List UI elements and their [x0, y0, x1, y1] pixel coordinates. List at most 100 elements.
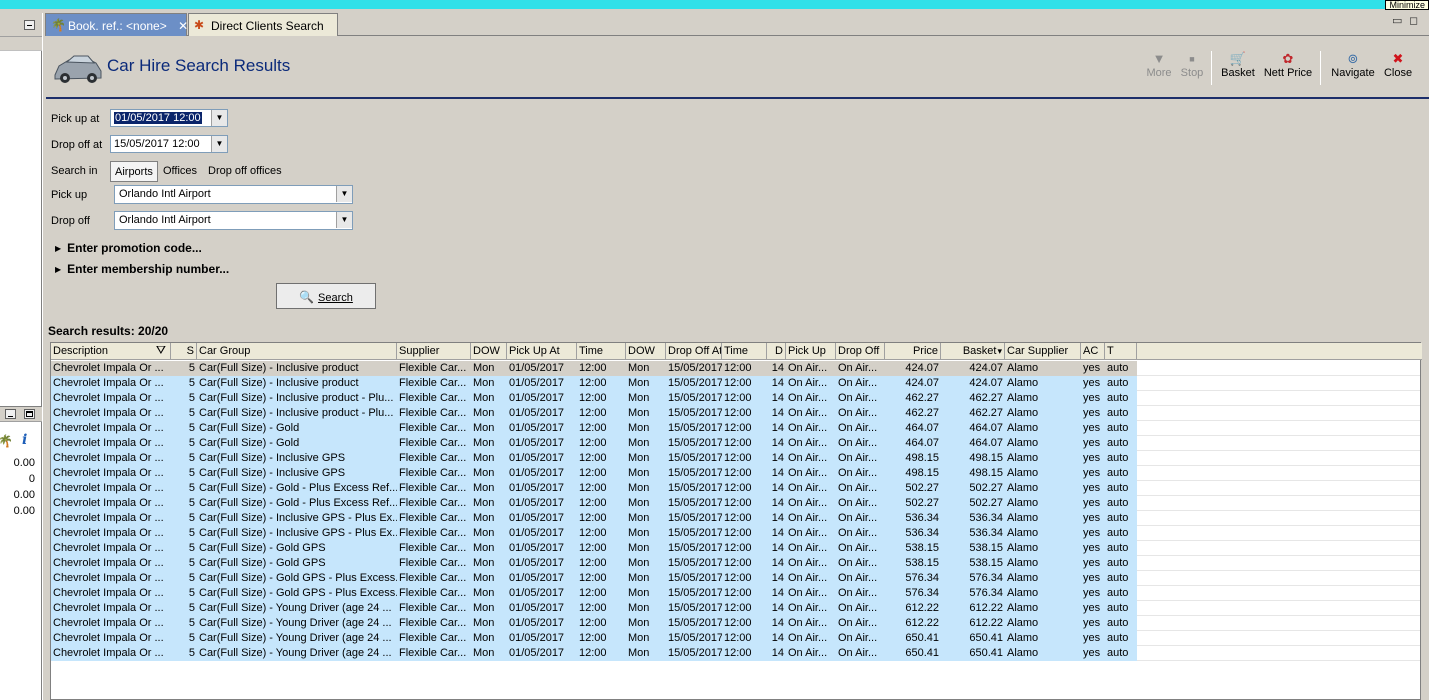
column-header-description[interactable]: Description ⛛ — [51, 343, 171, 360]
table-row[interactable]: Chevrolet Impala Or ... 5 Car(Full Size) -… — [51, 511, 1420, 526]
table-row[interactable]: Chevrolet Impala Or ... 5 Car(Full Size) -… — [51, 436, 1420, 451]
basket-button[interactable]: 🛒 Basket — [1218, 51, 1258, 79]
table-row[interactable]: Chevrolet Impala Or ... 5 Car(Full Size) -… — [51, 526, 1420, 541]
navigate-button[interactable]: ⊚ Navigate — [1328, 51, 1378, 79]
table-row[interactable]: Chevrolet Impala Or ... 5 Car(Full Size) -… — [51, 496, 1420, 511]
cell-basket: 498.15 — [969, 452, 1003, 464]
table-row[interactable]: Chevrolet Impala Or ... 5 Car(Full Size) -… — [51, 616, 1420, 631]
search-button[interactable]: 🔍 Search — [276, 283, 376, 309]
column-header-supplier[interactable]: Supplier — [397, 343, 471, 360]
cell-pickup-at: 01/05/2017 — [509, 602, 565, 614]
table-row[interactable]: Chevrolet Impala Or ... 5 Car(Full Size) -… — [51, 421, 1420, 436]
table-row[interactable]: Chevrolet Impala Or ... 5 Car(Full Size) -… — [51, 481, 1420, 496]
column-header-dow-pickup[interactable]: DOW — [471, 343, 507, 360]
table-row[interactable]: Chevrolet Impala Or ... 5 Car(Full Size) -… — [51, 541, 1420, 556]
column-header-days[interactable]: D — [767, 343, 786, 360]
cell-time-pickup: 12:00 — [579, 602, 607, 614]
column-header-price[interactable]: Price — [885, 343, 941, 360]
table-row[interactable]: Chevrolet Impala Or ... 5 Car(Full Size) -… — [51, 361, 1420, 376]
cell-car-group: Car(Full Size) - Gold GPS - Plus Excess.… — [199, 587, 397, 599]
cell-supplier: Flexible Car... — [399, 542, 467, 554]
cell-car-group: Car(Full Size) - Inclusive product - Plu… — [199, 392, 394, 404]
tab-direct-clients-search[interactable]: ✱ Direct Clients Search — [188, 13, 338, 36]
maximize-view-button-2[interactable] — [24, 409, 35, 419]
cell-basket: 576.34 — [969, 587, 1003, 599]
page-title: Car Hire Search Results — [107, 56, 291, 75]
chevron-right-icon: ▶ — [55, 244, 62, 253]
palm-tree-icon[interactable]: 🌴 — [0, 434, 13, 448]
column-header-dow-dropoff[interactable]: DOW — [626, 343, 666, 360]
cell-car-supplier: Alamo — [1007, 512, 1039, 524]
close-button[interactable]: ✖ Close — [1382, 51, 1414, 79]
column-header-car-supplier[interactable]: Car Supplier — [1005, 343, 1081, 360]
sort-desc-icon: ▾ — [997, 346, 1002, 356]
dropoff-location-select[interactable]: Orlando Intl Airport ▼ — [114, 211, 353, 230]
membership-number-expander[interactable]: ▶ Enter membership number... — [55, 262, 229, 276]
cell-ac: yes — [1083, 407, 1101, 419]
table-row[interactable]: Chevrolet Impala Or ... 5 Car(Full Size) -… — [51, 376, 1420, 391]
chevron-down-icon[interactable]: ▼ — [336, 212, 352, 228]
column-header-dropoff-at[interactable]: Drop Off At — [666, 343, 722, 360]
row-filler — [1137, 556, 1420, 571]
top-strip — [0, 0, 1429, 9]
column-header-pickup-at[interactable]: Pick Up At — [507, 343, 577, 360]
table-row[interactable]: Chevrolet Impala Or ... 5 Car(Full Size) -… — [51, 451, 1420, 466]
cell-dropoff-at: 15/05/2017 — [668, 422, 722, 434]
chevron-down-icon[interactable]: ▼ — [211, 110, 227, 126]
cell-supplier: Flexible Car... — [399, 527, 467, 539]
cell-dropoff-at: 15/05/2017 — [668, 467, 722, 479]
table-row[interactable]: Chevrolet Impala Or ... 5 Car(Full Size) -… — [51, 466, 1420, 481]
dropoff-at-datetime[interactable]: 15/05/2017 12:00 ▼ — [110, 135, 228, 153]
column-header-dropoff[interactable]: Drop Off — [836, 343, 885, 360]
table-row[interactable]: Chevrolet Impala Or ... 5 Car(Full Size) -… — [51, 601, 1420, 616]
promotion-code-expander[interactable]: ▶ Enter promotion code... — [55, 241, 202, 255]
column-header-pickup[interactable]: Pick Up — [786, 343, 836, 360]
cell-price: 498.15 — [905, 452, 939, 464]
column-header-car-group[interactable]: Car Group — [197, 343, 397, 360]
minimize-view-button[interactable] — [24, 20, 35, 30]
table-row[interactable]: Chevrolet Impala Or ... 5 Car(Full Size) -… — [51, 556, 1420, 571]
cell-ac: yes — [1083, 437, 1101, 449]
chevron-down-icon[interactable]: ▼ — [211, 136, 227, 152]
close-tab-icon[interactable]: ✕ — [178, 19, 188, 33]
cell-basket: 464.07 — [969, 437, 1003, 449]
cell-pickup-at: 01/05/2017 — [509, 572, 565, 584]
more-button[interactable]: ▼ More — [1144, 51, 1174, 79]
chevron-down-icon[interactable]: ▼ — [336, 186, 352, 202]
minimize-editor-button[interactable]: ▭ — [1392, 14, 1402, 27]
table-row[interactable]: Chevrolet Impala Or ... 5 Car(Full Size) -… — [51, 406, 1420, 421]
table-row[interactable]: Chevrolet Impala Or ... 5 Car(Full Size) -… — [51, 571, 1420, 586]
cell-ac: yes — [1083, 587, 1101, 599]
cell-car-group: Car(Full Size) - Inclusive GPS — [199, 452, 346, 464]
column-header-time-dropoff[interactable]: Time — [722, 343, 767, 360]
column-header-transmission[interactable]: T — [1105, 343, 1137, 360]
stop-button[interactable]: ■ Stop — [1178, 51, 1206, 79]
column-header-ac[interactable]: AC — [1081, 343, 1105, 360]
pickup-at-datetime[interactable]: 01/05/2017 12:00 ▼ — [110, 109, 228, 127]
search-in-offices-toggle[interactable]: Offices — [159, 161, 201, 182]
table-row[interactable]: Chevrolet Impala Or ... 5 Car(Full Size) -… — [51, 391, 1420, 406]
table-row[interactable]: Chevrolet Impala Or ... 5 Car(Full Size) -… — [51, 646, 1420, 661]
nett-price-button[interactable]: ✿ Nett Price — [1262, 51, 1314, 79]
cell-s: 5 — [188, 437, 195, 449]
table-row[interactable]: Chevrolet Impala Or ... 5 Car(Full Size) -… — [51, 631, 1420, 646]
tab-book-ref[interactable]: 🌴 Book. ref.: <none> ✕ — [45, 13, 188, 36]
column-header-time-pickup[interactable]: Time — [577, 343, 626, 360]
panel-splitter[interactable] — [42, 13, 45, 700]
column-header-basket[interactable]: Basket▾ — [941, 343, 1005, 360]
cell-pickup: On Air... — [788, 392, 828, 404]
info-icon[interactable]: i — [22, 432, 27, 448]
left-panel-value-3: 0.00 — [13, 489, 35, 501]
minimize-view-button-2[interactable] — [5, 409, 16, 419]
search-in-airports-toggle[interactable]: Airports — [110, 161, 158, 182]
table-row[interactable]: Chevrolet Impala Or ... 5 Car(Full Size) -… — [51, 586, 1420, 601]
pickup-location-select[interactable]: Orlando Intl Airport ▼ — [114, 185, 353, 204]
filter-icon[interactable]: ⛛ — [156, 343, 166, 358]
maximize-editor-button[interactable]: ◻ — [1409, 14, 1418, 27]
search-in-dropoff-offices-toggle[interactable]: Drop off offices — [204, 161, 286, 182]
cell-s: 5 — [188, 392, 195, 404]
cell-basket: 536.34 — [969, 512, 1003, 524]
cell-car-group: Car(Full Size) - Gold — [199, 422, 300, 434]
row-filler — [1137, 466, 1420, 481]
column-header-s[interactable]: S — [171, 343, 197, 360]
